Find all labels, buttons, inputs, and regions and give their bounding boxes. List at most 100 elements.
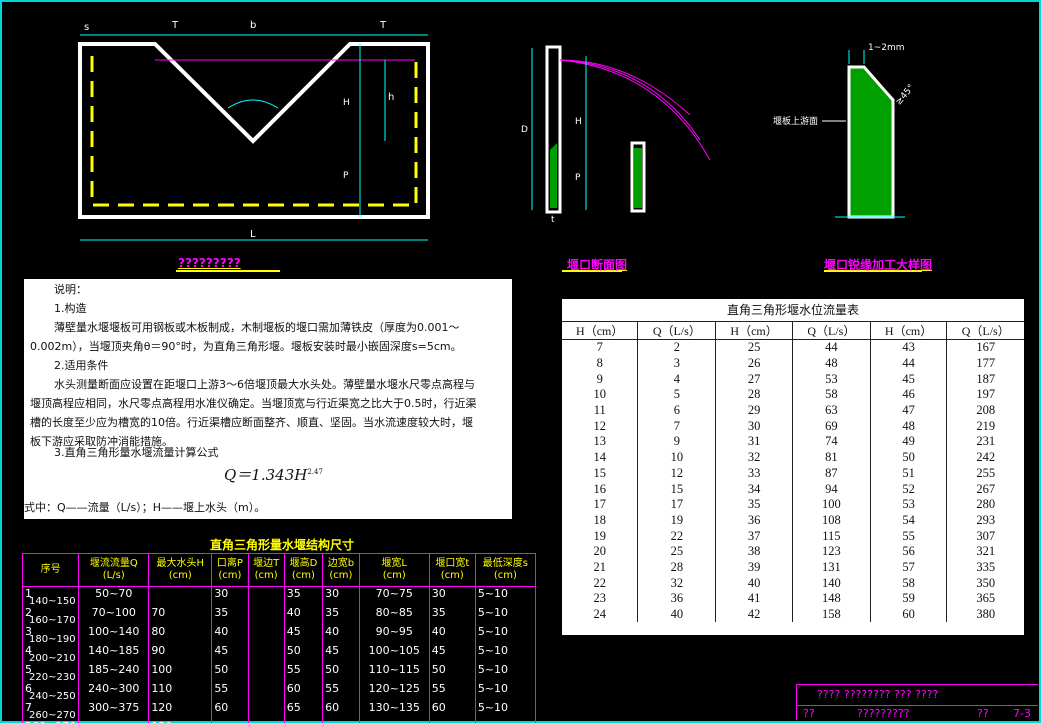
flow-cell: 48 [869, 418, 947, 435]
flow-cell: 74 [791, 434, 871, 450]
flow-cell: 44 [791, 339, 871, 356]
flow-cell: 5 [637, 387, 716, 403]
struct-header-cell: 序号 [22, 553, 80, 587]
front-view-caption: ????????? [178, 256, 241, 270]
struct-cell: 3 180~190 [22, 625, 80, 645]
flow-cell: 307 [946, 528, 1024, 544]
struct-cell: 65 [283, 701, 324, 720]
flow-cell: 293 [946, 512, 1024, 529]
flow-cell: 55 [869, 528, 947, 544]
flow-cell: 18 [593, 512, 606, 527]
flow-table-row: 12 7 30 69 48 219 [562, 418, 1024, 435]
dim-gap-label: 1~2mm [868, 43, 905, 53]
struct-cell: 50 [211, 663, 249, 682]
notes-line: 薄壁量水堰堰板可用钢板或木板制成，木制堰板的堰口需加薄铁皮（厚度为0.001～ [54, 321, 460, 334]
struct-header-cell: 边宽b (cm) [322, 553, 360, 587]
struct-cell: 45 [428, 644, 476, 663]
struct-cell: 60 [283, 682, 324, 701]
flow-cell: 47 [869, 402, 947, 419]
struct-cell: 50 [322, 663, 360, 682]
struct-cell [247, 586, 285, 606]
flow-cell: 108 [791, 512, 871, 529]
dim-P-label: P [343, 171, 349, 181]
flow-cell: 255 [946, 465, 1024, 482]
flow-cell: 36 [637, 591, 716, 607]
flow-cell: 167 [946, 339, 1024, 356]
struct-table-row: 7 260~270 300~375 120 60 65 60 130~135 60 5~10 [22, 701, 536, 721]
title-block-cell: ?? [803, 707, 815, 720]
flow-table-row: 21 28 39 131 57 335 [562, 559, 1024, 576]
struct-header-cell: 最低深度s (cm) [474, 553, 536, 587]
flow-cell: 187 [946, 371, 1024, 388]
flow-cell: 40 [715, 575, 793, 591]
flow-cell: 23 [593, 591, 606, 606]
flow-cell: 140 [791, 575, 871, 591]
struct-cell: 5 220~230 [22, 663, 80, 683]
flow-table-row: 23 36 41 148 59 365 [562, 591, 1024, 607]
struct-cell [247, 625, 285, 644]
flow-header-cell: Q（L/s） [946, 322, 1024, 340]
struct-cell: 60 [211, 701, 249, 720]
notes-line: 3.直角三角形量水堰流量计算公式 [54, 446, 219, 459]
flow-cell: 81 [791, 449, 871, 466]
struct-cell: 60 [428, 701, 476, 720]
flow-cell: 37 [715, 528, 793, 544]
struct-cell [247, 701, 285, 720]
struct-header-cell: 堰边T (cm) [247, 553, 285, 587]
dim-D-label: D [521, 125, 528, 135]
struct-header-cell: 堰口宽t (cm) [428, 553, 476, 587]
struct-header-cell: 堰高D (cm) [283, 553, 324, 587]
flow-cell: 197 [946, 387, 1024, 403]
flow-cell: 267 [946, 481, 1024, 497]
title-block-cell: ?? [977, 707, 989, 720]
struct-cell: 40 [322, 625, 360, 644]
flow-cell: 59 [869, 591, 947, 607]
flow-cell: 9 [637, 434, 716, 450]
struct-table-row: 5 220~230 185~240 100 50 55 50 110~115 50 5~10 [22, 663, 536, 683]
flow-cell: 19 [593, 528, 606, 543]
flow-cell: 24 [593, 607, 606, 622]
flow-cell: 6 [637, 402, 716, 419]
flow-cell: 26 [715, 355, 793, 372]
struct-cell: 70~75 [358, 586, 430, 606]
flow-cell: 34 [715, 481, 793, 497]
flow-table-row: 9 4 27 53 45 187 [562, 371, 1024, 388]
detail-view-caption: 堰口锐缘加工大样图 [824, 258, 933, 272]
struct-cell: 5~10 [474, 663, 536, 682]
flow-cell: 36 [715, 512, 793, 529]
struct-cell: 40 [428, 625, 476, 644]
notes-line: 水头测量断面应设置在距堰口上游3～6倍堰顶最大水头处。薄壁量水堰水尺零点高程与 [54, 378, 475, 391]
notes-line: 1.构造 [54, 302, 87, 315]
flow-cell: 219 [946, 418, 1024, 435]
flow-cell: 60 [869, 606, 947, 623]
flow-cell: 30 [715, 418, 793, 435]
flow-table-row: 20 25 38 123 56 321 [562, 543, 1024, 560]
struct-cell [247, 644, 285, 663]
struct-header-cell: 口离P (cm) [211, 553, 249, 587]
struct-cell: 100~140 [78, 625, 150, 644]
struct-cell: 120~125 [358, 682, 430, 701]
struct-cell [148, 586, 213, 606]
struct-cell: 40 [283, 606, 324, 625]
flow-cell: 231 [946, 434, 1024, 450]
flow-cell: 58 [869, 575, 947, 591]
flow-cell: 8 [596, 356, 603, 371]
flow-cell: 365 [946, 591, 1024, 607]
notes-line: 2.适用条件 [54, 359, 109, 372]
flow-cell: 20 [593, 544, 606, 559]
flow-cell: 49 [869, 434, 947, 450]
flow-table-row: 14 10 32 81 50 242 [562, 449, 1024, 466]
flow-cell: 51 [869, 465, 947, 482]
structure-dimension-table: 序号 堰流流量Q (L/s) 最大水头H (cm) 口离P (cm) 堰边T (cm) 堰… [22, 553, 536, 723]
struct-table-row: 2 160~170 70~100 70 35 40 35 80~85 35 5~10 [22, 606, 536, 626]
dim-P2-label: P [575, 173, 581, 183]
flow-table-row: 13 9 31 74 49 231 [562, 434, 1024, 450]
flow-cell: 40 [637, 606, 716, 623]
flow-cell: 100 [791, 496, 871, 513]
struct-cell: 120 [148, 701, 213, 720]
flow-cell: 57 [869, 559, 947, 576]
flow-cell: 94 [791, 481, 871, 497]
flow-cell: 28 [715, 387, 793, 403]
flow-cell: 31 [715, 434, 793, 450]
struct-cell: 40 [211, 625, 249, 644]
